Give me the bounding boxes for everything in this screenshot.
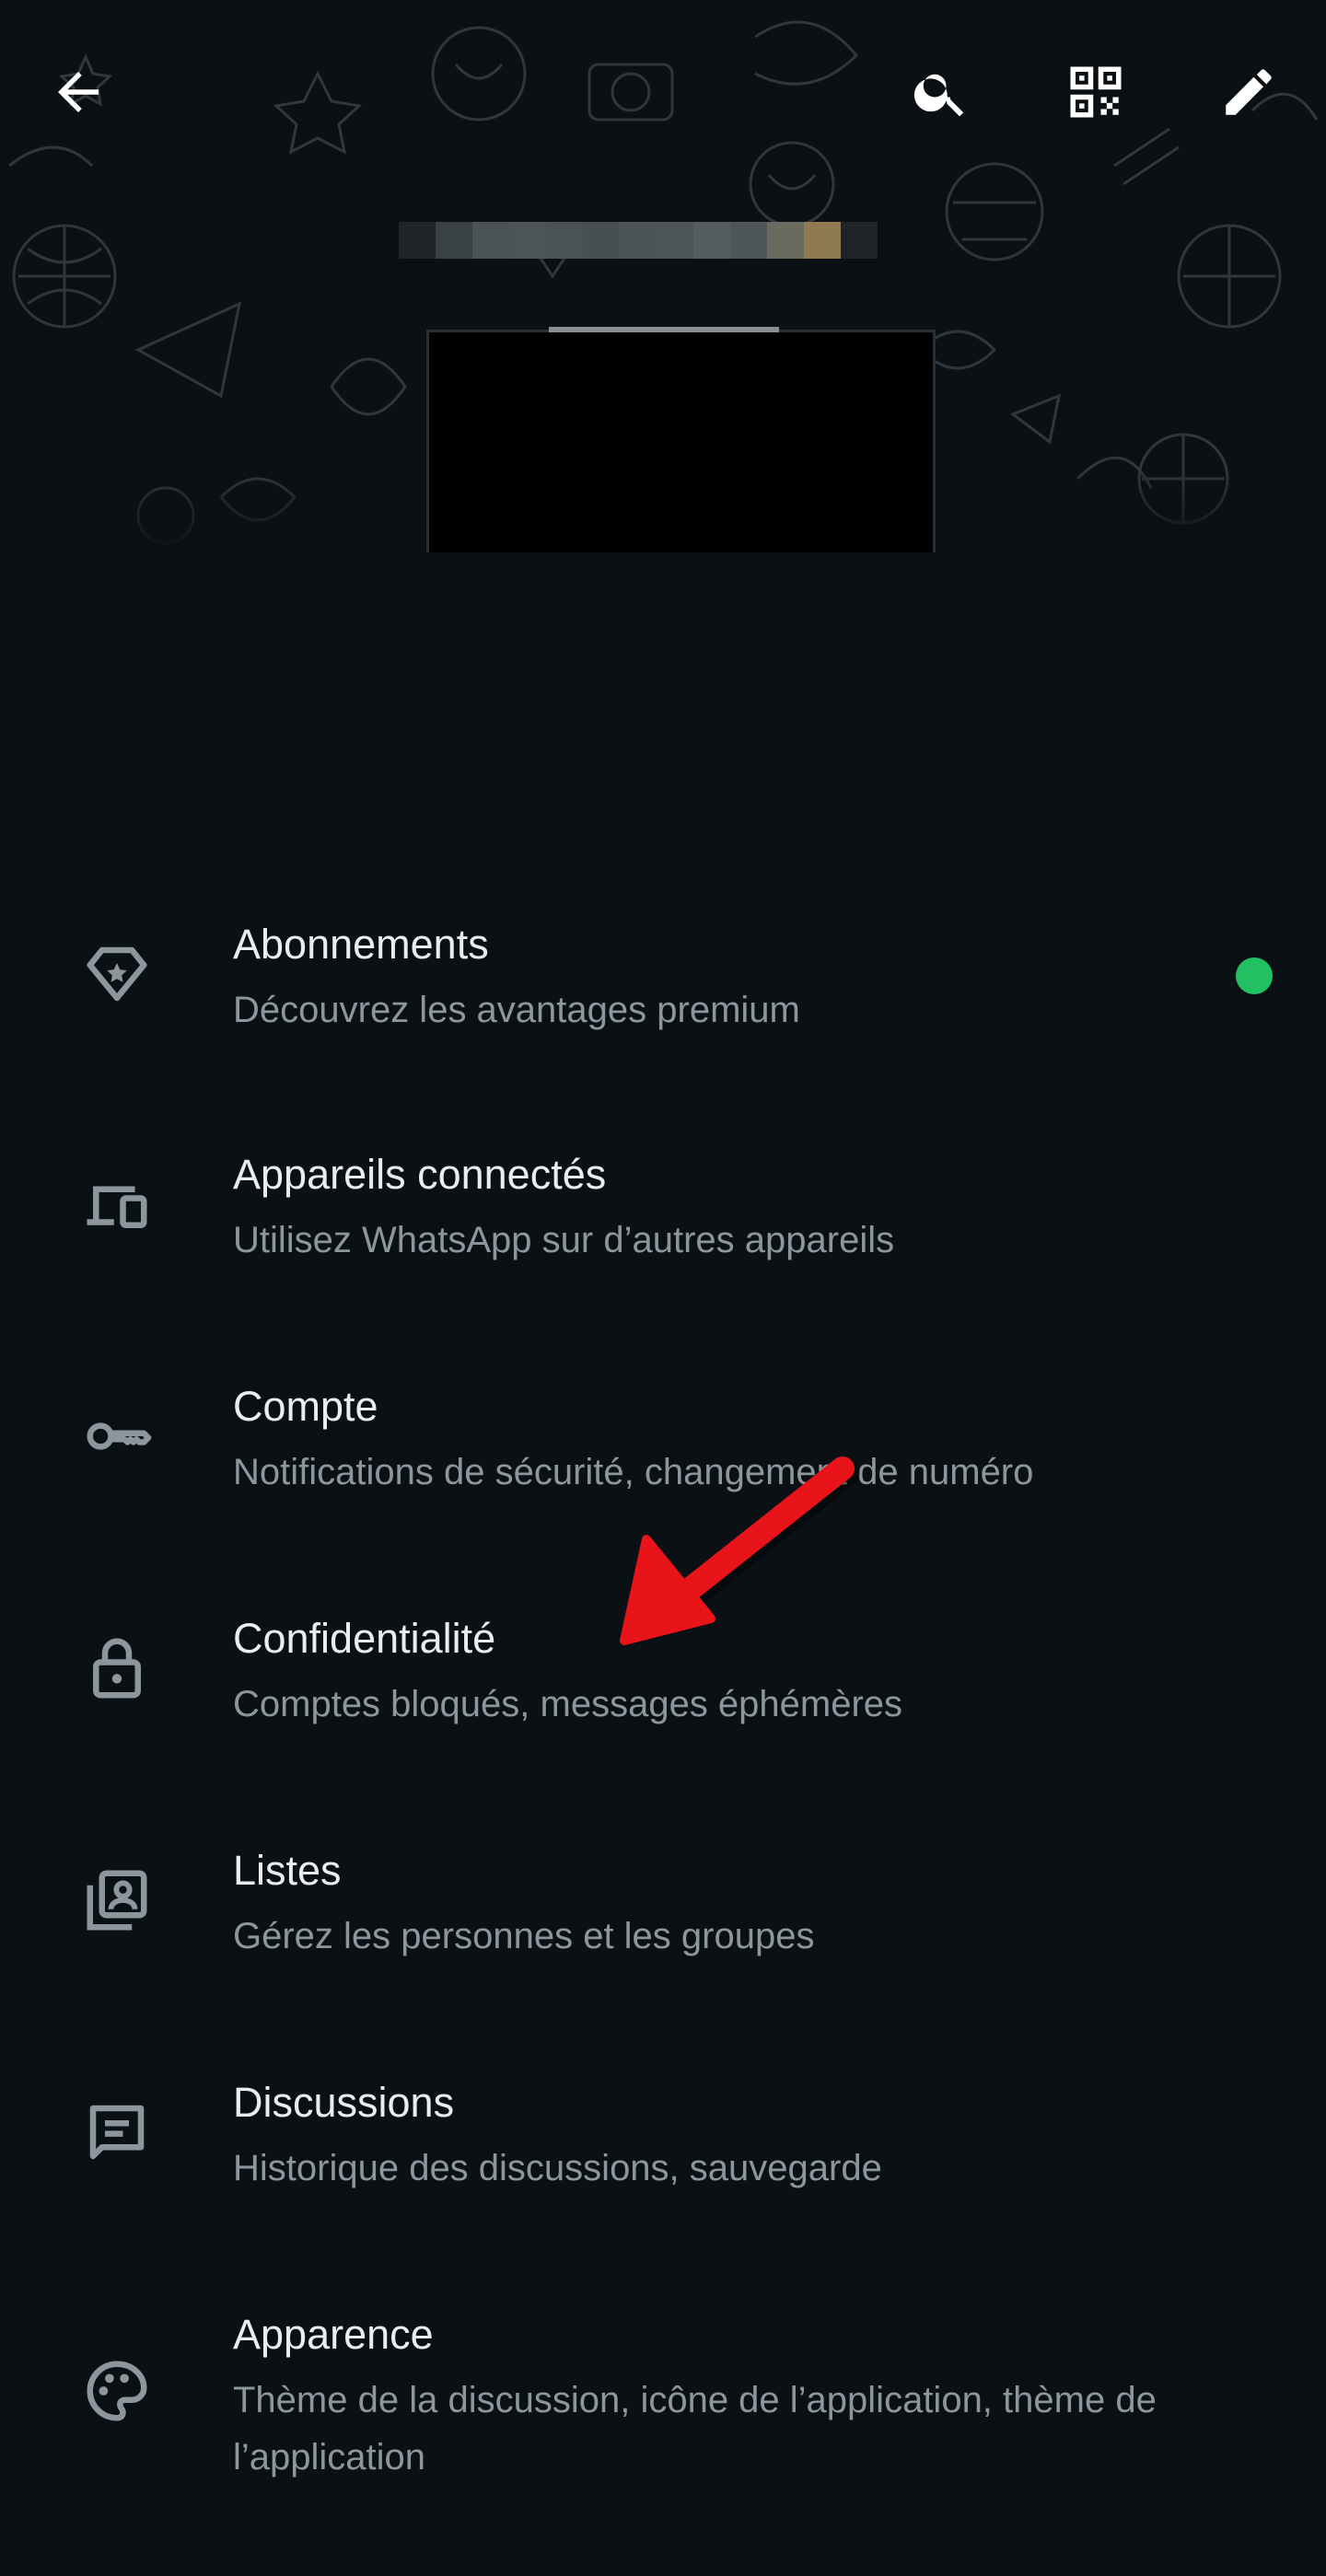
menu-item-title: Compte [233, 1383, 378, 1430]
linked-devices-icon [76, 1163, 158, 1246]
menu-item-subtitle: Découvrez les avantages premium [233, 990, 800, 1030]
menu-item-abonnements[interactable]: Abonnements Découvrez les avantages prem… [0, 884, 1326, 1096]
lock-icon [76, 1627, 158, 1710]
chat-icon [76, 2091, 158, 2174]
menu-item-title: Apparence [233, 2311, 434, 2358]
menu-item-title: Appareils connectés [233, 1151, 607, 1198]
profile-name-redacted [378, 201, 898, 279]
profile-avatar-redacted[interactable] [426, 327, 936, 552]
menu-item-title: Abonnements [233, 921, 489, 968]
contact-list-icon [76, 1859, 158, 1942]
menu-item-listes[interactable]: Listes Gérez les personnes et les groupe… [0, 1810, 1326, 2022]
qr-code-icon [1070, 66, 1122, 118]
annotation-arrow [620, 1456, 860, 1645]
search-button[interactable] [895, 46, 987, 138]
palette-icon [76, 2350, 158, 2432]
menu-item-subtitle: Comptes bloqués, messages éphémères [233, 1684, 903, 1724]
premium-badge-icon [76, 933, 158, 1015]
qr-code-button[interactable] [1050, 46, 1142, 138]
menu-item-subtitle: Historique des discussions, sauvegarde [233, 2148, 882, 2188]
menu-item-appareils-connectes[interactable]: Appareils connectés Utilisez WhatsApp su… [0, 1114, 1326, 1326]
menu-item-subtitle: Utilisez WhatsApp sur d’autres appareils [233, 1220, 895, 1260]
menu-item-title: Confidentialité [233, 1615, 496, 1662]
back-arrow-icon [58, 72, 99, 112]
menu-item-subtitle: Gérez les personnes et les groupes [233, 1916, 815, 1956]
edit-button[interactable] [1203, 46, 1295, 138]
back-button[interactable] [32, 46, 124, 138]
menu-item-title: Discussions [233, 2079, 455, 2126]
search-icon [913, 74, 964, 117]
menu-item-discussions[interactable]: Discussions Historique des discussions, … [0, 2042, 1326, 2254]
menu-item-subtitle: Thème de la discussion, icône de l’appli… [233, 2380, 1157, 2477]
menu-item-title: Listes [233, 1847, 342, 1894]
profile-name [378, 201, 898, 279]
edit-pencil-icon [1226, 69, 1272, 115]
profile-header [0, 0, 1326, 552]
menu-item-apparence[interactable]: Apparence Thème de la discussion, icône … [0, 2274, 1326, 2550]
key-icon [76, 1395, 158, 1478]
